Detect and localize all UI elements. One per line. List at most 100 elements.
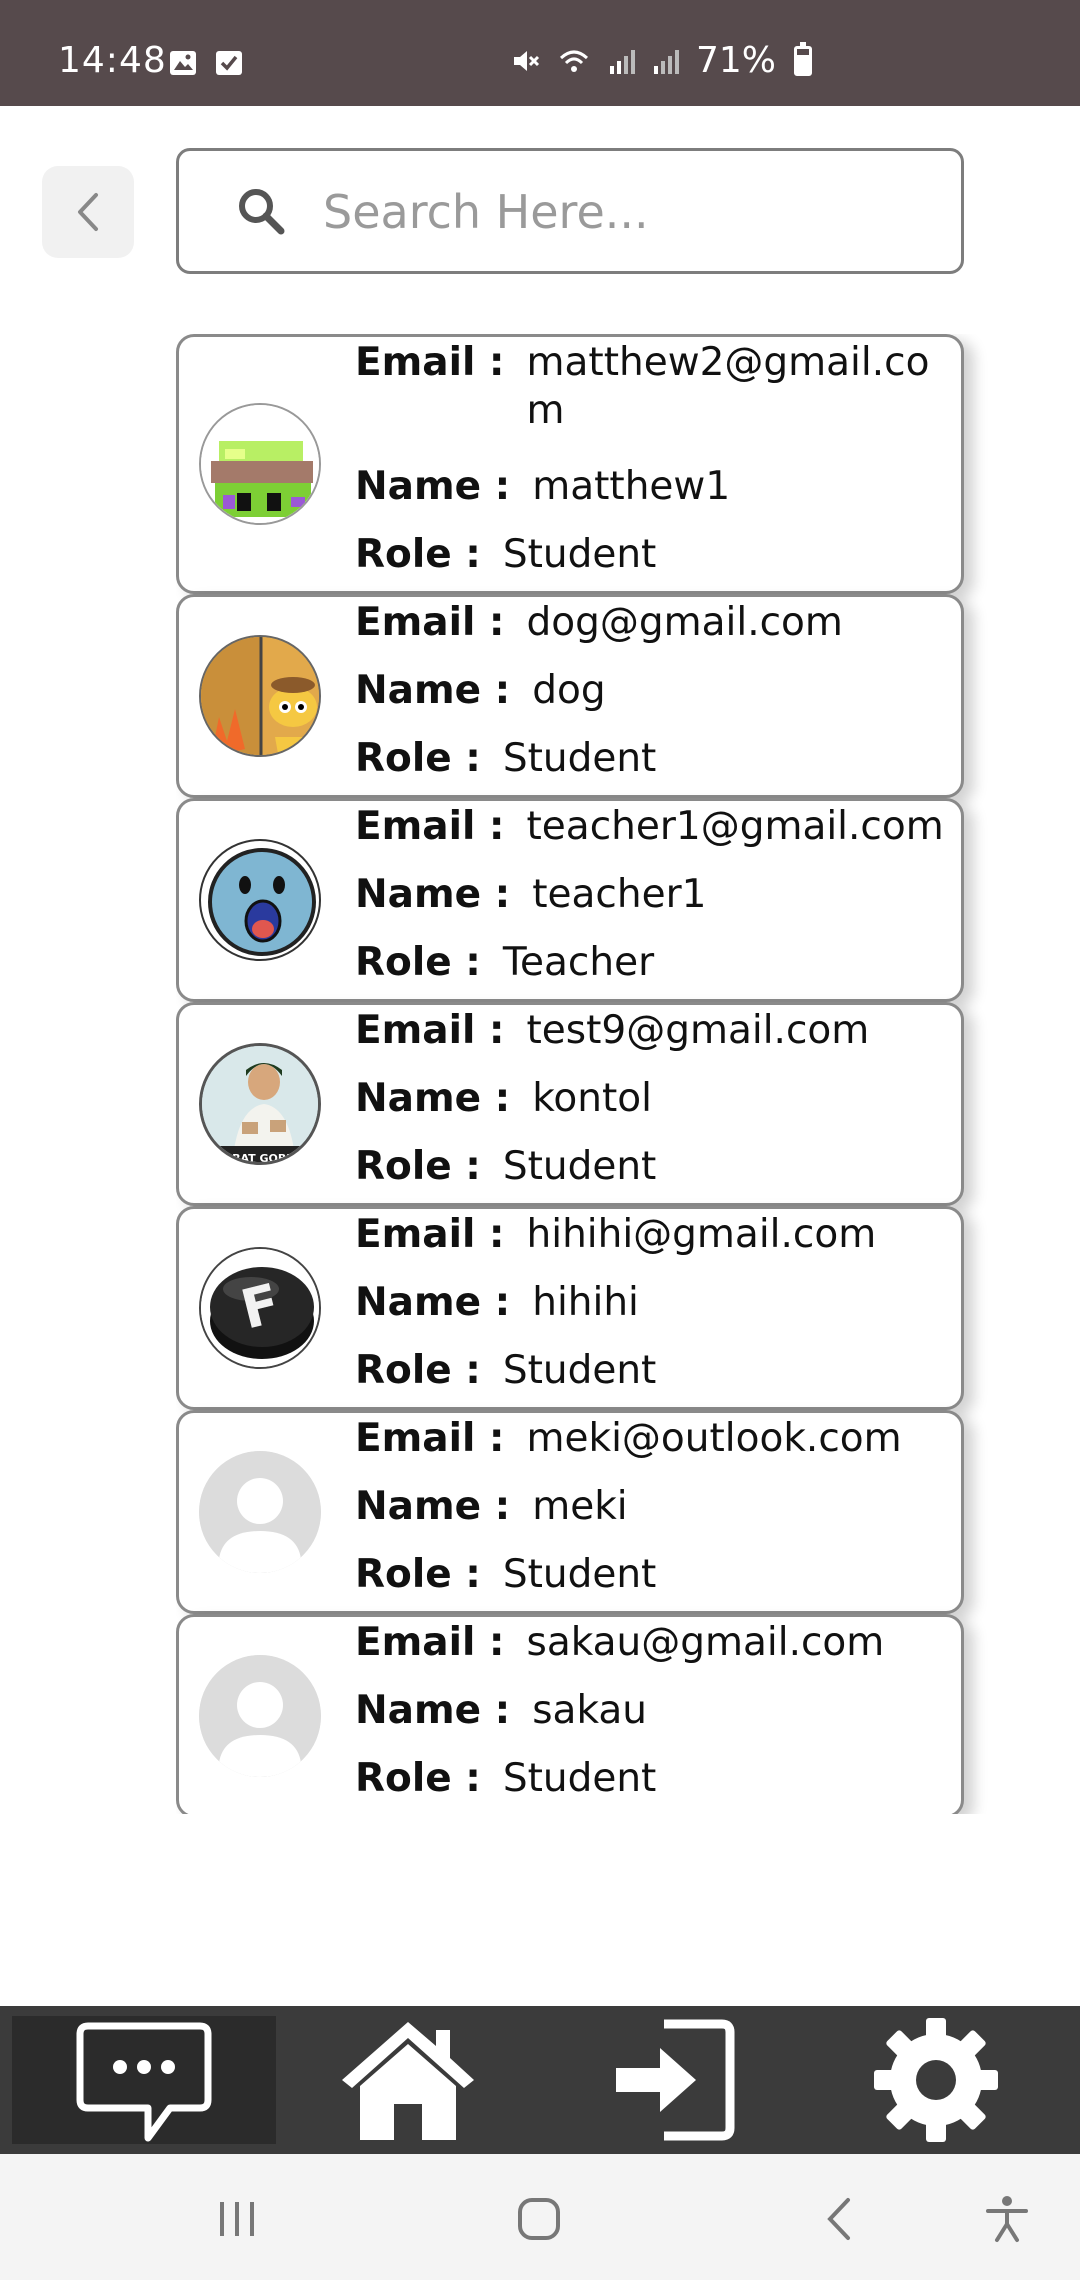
user-card[interactable]: F Email : hihihi@gmail.com Name : hihihi…	[176, 1206, 964, 1410]
user-card[interactable]: TOBAT GOBLOK Email : test9@gmail.com Nam…	[176, 1002, 964, 1206]
name-row: Name : hihihi	[355, 1279, 947, 1347]
recent-apps-button[interactable]	[202, 2184, 272, 2254]
system-navigation-bar	[0, 2154, 1080, 2280]
email-row: Email : test9@gmail.com	[355, 1007, 947, 1075]
role-row: Role : Teacher	[355, 939, 947, 1007]
user-card[interactable]: Email : teacher1@gmail.com Name : teache…	[176, 798, 964, 1002]
user-list[interactable]: Email : matthew2@gmail.com Name : matthe…	[176, 334, 988, 1814]
role-label: Role :	[355, 1756, 481, 1801]
search-icon	[239, 189, 285, 235]
login-icon	[616, 2019, 735, 2141]
role-value: Student	[502, 1348, 657, 1393]
accessibility-button[interactable]	[972, 2184, 1042, 2254]
cartoon-dog-avatar	[199, 635, 321, 757]
gear-icon	[874, 2018, 998, 2142]
name-row: Name : matthew1	[355, 463, 947, 531]
home-icon	[342, 2022, 474, 2140]
name-label: Name :	[355, 872, 511, 917]
email-label: Email :	[355, 1416, 505, 1461]
name-value: kontol	[532, 1076, 652, 1121]
name-row: Name : meki	[355, 1483, 947, 1551]
role-row: Role : Student	[355, 1755, 947, 1814]
email-row: Email : matthew2@gmail.com	[355, 339, 947, 463]
email-label: Email :	[355, 1008, 505, 1053]
name-row: Name : kontol	[355, 1075, 947, 1143]
status-system-icons: 71%	[510, 40, 812, 81]
role-label: Role :	[355, 532, 481, 577]
chat-icon	[76, 2022, 212, 2142]
name-label: Name :	[355, 1076, 511, 1121]
chevron-left-icon	[827, 2198, 850, 2240]
battery-percentage: 71%	[695, 40, 776, 81]
signal-icon	[653, 49, 679, 74]
email-value: matthew2@gmail.com	[526, 340, 930, 433]
search-box[interactable]	[176, 148, 964, 274]
role-label: Role :	[355, 736, 481, 781]
status-bar: 14:48 71%	[0, 0, 1080, 106]
check-box-icon	[216, 51, 242, 75]
default-avatar	[199, 1451, 321, 1573]
role-value: Student	[502, 532, 657, 577]
user-info: Email : test9@gmail.com Name : kontol Ro…	[355, 1007, 947, 1211]
role-label: Role :	[355, 1348, 481, 1393]
email-value: meki@outlook.com	[526, 1416, 902, 1461]
role-value: Teacher	[502, 940, 655, 985]
status-time: 14:48	[58, 40, 167, 81]
email-row: Email : sakau@gmail.com	[355, 1619, 947, 1687]
user-info: Email : dog@gmail.com Name : dog Role : …	[355, 599, 947, 803]
f-key-avatar: F	[199, 1247, 321, 1369]
email-row: Email : hihihi@gmail.com	[355, 1211, 947, 1279]
avatar-caption: TOBAT GOBLOK	[215, 1152, 311, 1165]
battery-icon	[794, 41, 812, 76]
user-card[interactable]: Email : matthew2@gmail.com Name : matthe…	[176, 334, 964, 594]
name-value: sakau	[532, 1688, 647, 1733]
user-card[interactable]: Email : dog@gmail.com Name : dog Role : …	[176, 594, 964, 798]
name-label: Name :	[355, 1280, 511, 1325]
email-label: Email :	[355, 340, 505, 385]
role-value: Student	[502, 736, 657, 781]
user-card[interactable]: Email : meki@outlook.com Name : meki Rol…	[176, 1410, 964, 1614]
nav-settings-button[interactable]	[804, 2016, 1068, 2144]
email-label: Email :	[355, 600, 505, 645]
role-row: Role : Student	[355, 735, 947, 803]
email-label: Email :	[355, 1212, 505, 1257]
role-row: Role : Student	[355, 1551, 947, 1619]
name-value: dog	[532, 668, 606, 713]
user-card[interactable]: Email : sakau@gmail.com Name : sakau Rol…	[176, 1614, 964, 1814]
email-label: Email :	[355, 804, 505, 849]
mute-icon	[513, 50, 540, 71]
name-value: meki	[532, 1484, 628, 1529]
user-info: Email : matthew2@gmail.com Name : matthe…	[355, 339, 947, 599]
name-row: Name : sakau	[355, 1687, 947, 1755]
email-value: hihihi@gmail.com	[526, 1212, 877, 1257]
image-icon	[170, 51, 196, 75]
back-system-button[interactable]	[806, 2184, 876, 2254]
photo-avatar: TOBAT GOBLOK	[199, 1043, 321, 1165]
user-info: Email : teacher1@gmail.com Name : teache…	[355, 803, 947, 1007]
email-row: Email : teacher1@gmail.com	[355, 803, 947, 871]
nav-chat-button[interactable]	[12, 2016, 276, 2144]
role-value: Student	[502, 1756, 657, 1801]
signal-icon	[609, 49, 635, 74]
nav-home-button[interactable]	[276, 2016, 540, 2144]
back-button[interactable]	[42, 166, 134, 258]
chevron-left-icon	[78, 193, 98, 231]
name-label: Name :	[355, 668, 511, 713]
name-label: Name :	[355, 1484, 511, 1529]
role-row: Role : Student	[355, 531, 947, 599]
name-value: matthew1	[532, 464, 731, 509]
bottom-nav	[0, 2006, 1080, 2154]
name-label: Name :	[355, 1688, 511, 1733]
email-value: sakau@gmail.com	[526, 1620, 885, 1665]
role-label: Role :	[355, 1144, 481, 1189]
search-input[interactable]	[323, 175, 923, 249]
role-label: Role :	[355, 1552, 481, 1597]
home-system-button[interactable]	[504, 2184, 574, 2254]
wifi-icon	[559, 50, 589, 72]
email-value: teacher1@gmail.com	[526, 804, 944, 849]
name-label: Name :	[355, 464, 511, 509]
home-outline-icon	[518, 2198, 560, 2240]
email-row: Email : dog@gmail.com	[355, 599, 947, 667]
nav-login-button[interactable]	[540, 2016, 804, 2144]
recent-apps-icon	[220, 2202, 254, 2236]
